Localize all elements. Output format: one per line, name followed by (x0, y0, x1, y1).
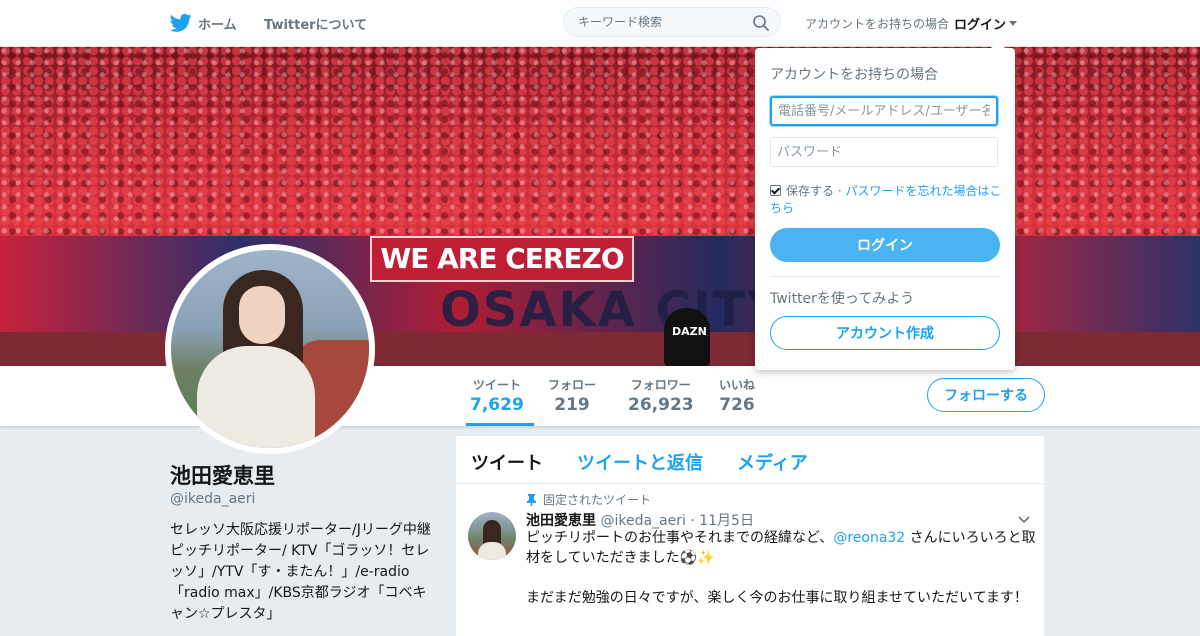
top-navigation-bar: ホーム Twitterについて アカウントをお持ちの場合 ログイン (0, 0, 1200, 47)
stat-label: いいね (719, 378, 756, 392)
remember-separator: · (834, 184, 846, 198)
login-dropdown-toggle[interactable]: ログイン (954, 14, 1018, 33)
banner-crowd-image (0, 46, 1200, 246)
timeline: ツイート ツイートと返信 メディア 固定されたツイート 池田愛恵里 @ikeda… (456, 436, 1044, 636)
tab-media[interactable]: メディア (737, 449, 808, 475)
active-stat-underline (466, 423, 534, 426)
banner-flag-text: OSAKA CITY (440, 282, 785, 338)
profile-name[interactable]: 池田愛恵里 (170, 460, 275, 490)
follow-button[interactable]: フォローする (927, 378, 1045, 412)
chevron-down-icon[interactable] (1018, 516, 1030, 524)
stat-label: フォロワー (630, 378, 691, 392)
nav-about-label: Twitterについて (264, 17, 368, 33)
banner-sign-text: WE ARE CEREZO (370, 236, 634, 282)
search-input[interactable] (576, 14, 750, 30)
stat-likes[interactable]: いいね 726 (719, 376, 755, 415)
login-dropdown-title: アカウントをお持ちの場合 (770, 67, 938, 83)
tweet-mention-link[interactable]: @reona32 (833, 530, 905, 546)
avatar-body (197, 346, 315, 448)
login-link-label: ログイン (954, 18, 1007, 33)
try-twitter-text: Twitterを使ってみよう (770, 291, 915, 307)
tweet-dot-separator: · (690, 513, 695, 529)
tweet-text-part1: ピッチリポートのお仕事やそれまでの経緯など、 (526, 530, 834, 546)
twitter-bird-icon (170, 13, 192, 32)
stat-value: 219 (554, 395, 590, 415)
stat-value: 26,923 (628, 395, 694, 415)
search-icon[interactable] (752, 14, 770, 32)
login-button[interactable]: ログイン (770, 228, 1000, 262)
stat-following[interactable]: フォロー 219 (548, 376, 596, 415)
stat-value: 7,629 (470, 395, 524, 415)
signup-button[interactable]: アカウント作成 (770, 316, 1000, 350)
pinned-label-text: 固定されたツイート (543, 493, 652, 507)
profile-bio: セレッソ大阪応援リポーター/Jリーグ中継 ピッチリポーター/ KTV「ゴラッソ！… (170, 522, 431, 622)
pinned-tweet-label: 固定されたツイート (526, 491, 651, 508)
tweet-author-handle[interactable]: @ikeda_aeri (600, 513, 685, 529)
login-prompt-text: アカウントをお持ちの場合 (805, 17, 950, 31)
tweet-avatar[interactable] (468, 512, 516, 560)
nav-home-label: ホーム (198, 17, 237, 33)
nav-home-link[interactable]: ホーム (170, 0, 237, 46)
nav-about-link[interactable]: Twitterについて (264, 0, 367, 46)
password-field[interactable] (770, 137, 998, 167)
tweet-header: 池田愛恵里 @ikeda_aeri · 11月5日 (526, 510, 754, 530)
tweet-text: ピッチリポートのお仕事やそれまでの経緯など、@reona32 さんにいろいろと取… (526, 528, 1036, 608)
dropdown-divider (770, 276, 1000, 277)
avatar-face (239, 286, 285, 344)
remember-me-checkbox[interactable] (770, 185, 781, 196)
login-dropdown: アカウントをお持ちの場合 保存する · パスワードを忘れた場合はこちら ログイン… (755, 41, 1015, 370)
dazn-microphone: DAZN (664, 308, 710, 366)
profile-avatar[interactable] (165, 244, 375, 454)
stat-followers[interactable]: フォロワー 26,923 (628, 376, 694, 415)
stat-tweets[interactable]: ツイート 7,629 (470, 376, 524, 415)
remember-me-row: 保存する · パスワードを忘れた場合はこちら (770, 183, 1002, 217)
avatar-photo (171, 250, 369, 448)
tab-tweets[interactable]: ツイート (471, 449, 543, 475)
search-box[interactable] (563, 7, 781, 37)
stat-label: ツイート (472, 378, 521, 392)
timeline-tabs: ツイート ツイートと返信 メディア (456, 436, 1044, 484)
stat-label: フォロー (548, 378, 597, 392)
tweet-date[interactable]: 11月5日 (699, 513, 754, 529)
caret-down-icon (1009, 21, 1018, 26)
profile-handle[interactable]: @ikeda_aeri (170, 491, 255, 507)
tweet-author-name[interactable]: 池田愛恵里 (526, 513, 596, 529)
stat-value: 726 (719, 395, 755, 415)
dazn-logo-text: DAZN (672, 325, 707, 338)
remember-me-label[interactable]: 保存する (786, 184, 834, 198)
username-field[interactable] (770, 96, 998, 126)
pin-icon (527, 493, 536, 506)
tab-tweets-and-replies[interactable]: ツイートと返信 (577, 449, 703, 475)
